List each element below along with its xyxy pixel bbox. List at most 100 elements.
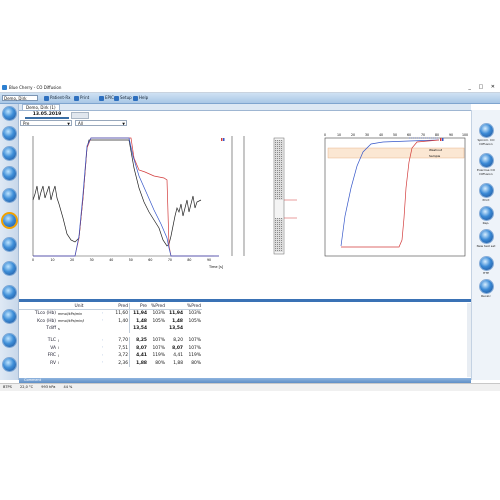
info-icon: ⁱ [102,319,103,324]
tick-label: 50 [129,258,133,262]
module-button-5[interactable] [3,189,16,202]
right-x-ticks: 0 10 20 30 40 50 60 70 80 90 100 [324,133,468,137]
table-row[interactable]: VA l ⁱ 7,51 8,07 107% 8,07 107% [19,344,202,352]
session-bar: 13.05.2019 [19,111,471,119]
tick-label: 20 [351,133,355,137]
tick-label: 70 [421,133,425,137]
spirometry-icon[interactable] [480,124,493,137]
document-tab-strip: Demo, Dirk (1) [19,104,471,111]
washout-chart: 0 10 20 30 40 50 60 70 80 90 100 Washout Sample [324,133,468,257]
tick-label: 80 [187,258,191,262]
hte-icon[interactable] [480,257,493,270]
module-button-co-diffusion[interactable] [3,214,16,227]
module-button-12[interactable] [3,358,16,371]
setup-icon [114,95,119,101]
tick-label: 30 [90,258,94,262]
add-session-button[interactable] [71,112,89,119]
tracer-gas-trace [33,137,219,257]
comment-label: Comment [24,378,42,382]
epic-button[interactable]: EPIC [99,95,114,101]
app-icon [2,85,7,90]
title-bar: Blue Cherry - CO Diffusion _ □ ✕ [0,83,500,93]
left-x-ticks: 0 10 20 30 40 50 60 70 80 90 [32,258,211,262]
co-concentration-trace [33,137,219,257]
exercise-label: Exercise CO Diffusion [477,168,495,176]
washout-band [327,147,465,159]
table-row[interactable]: RV l ⁱ 2,36 1,88 80% 1,88 80% [19,359,202,368]
window-controls[interactable]: _ □ ✕ [468,83,498,92]
report-label: Rep. [482,221,490,225]
application-window: Blue Cherry - CO Diffusion _ □ ✕ Demo, D… [0,83,500,391]
tick-label: 100 [462,133,468,137]
tick-label: 20 [70,258,74,262]
window-title: Blue Cherry - CO Diffusion [9,85,62,90]
series-marker-red [440,138,442,141]
patient-icon [44,95,49,101]
exercise-icon[interactable] [480,154,493,167]
tick-label: 70 [168,258,172,262]
table-scrollbar[interactable] [467,303,471,377]
document-tab[interactable]: Demo, Dirk (1) [22,104,60,110]
chevron-down-icon: ▼ [67,122,70,126]
left-module-bar [0,104,19,380]
table-row[interactable]: FRC l ⁱ 3,72 4,41 119% 4,41 119% [19,351,202,360]
report-icon[interactable] [480,207,493,220]
module-button-7[interactable] [3,238,16,251]
print-icon [74,95,79,101]
filter-bar: Pre ▼ All ▼ [19,119,471,127]
series-marker-red [221,138,223,141]
session-date-tab[interactable]: 13.05.2019 [25,112,69,119]
diffusion-charts: 0 10 20 30 40 50 60 70 80 90 Time [s] 0 … [32,133,468,269]
status-humidity: 44 % [63,385,73,389]
recalc-label: Recalc [481,294,491,298]
info-icon: ⁱ [102,361,103,366]
tick-label: 90 [207,258,211,262]
status-pressure: 993 hPa [41,385,56,389]
table-row[interactable]: Kco (Hb) mmol/kPa/min/l ⁱ 1,40 1,48 105%… [19,317,202,326]
washout-label: Washout [429,148,443,152]
print-icon[interactable] [480,184,493,197]
series-marker-blue [223,138,225,141]
module-button-11[interactable] [3,334,16,347]
patient-select[interactable]: Demo, Dirk [2,95,38,101]
epic-icon [99,95,104,101]
module-button-2[interactable] [3,127,16,140]
module-button-1[interactable] [3,107,16,120]
setup-button[interactable]: Setup [114,95,132,101]
tick-label: 0 [32,258,34,262]
info-icon: ⁱ [102,311,103,316]
module-button-4[interactable] [3,167,16,180]
new-test-icon[interactable] [480,230,493,243]
module-button-10[interactable] [3,310,16,323]
module-button-9[interactable] [3,286,16,299]
print-label: Print [482,198,490,202]
help-button[interactable]: Help [133,95,148,101]
test-type-select[interactable]: Pre ▼ [20,120,72,126]
sample-bar [273,137,297,255]
tick-label: 10 [337,133,341,137]
recalc-icon[interactable] [480,280,493,293]
results-grid: Unit Pred Pre %Pred %Pred TLco (Hb) mmol… [19,303,202,368]
patient-rx-button[interactable]: Patient-Rx [44,95,71,101]
table-row[interactable]: TLC l ⁱ 7,70 8,25 107% 8,20 107% [19,336,202,345]
status-bar: BTPS 22,0 °C 993 hPa 44 % [0,383,500,391]
module-button-3[interactable] [3,147,16,160]
tick-label: 30 [365,133,369,137]
tick-label: 50 [393,133,397,137]
tick-label: 60 [407,133,411,137]
module-button-8[interactable] [3,262,16,275]
scope-select[interactable]: All ▼ [75,120,127,126]
spirometry-label: Spirom. CO Diffusion [477,138,495,146]
tick-label: 60 [148,258,152,262]
table-row[interactable]: Tdiff s 13,54 13,54 [19,325,202,333]
help-icon [133,95,138,101]
print-button[interactable]: Print [74,95,89,101]
volume-trace [32,139,202,247]
tick-label: 40 [109,258,113,262]
panel-splitter[interactable] [19,299,471,302]
table-row[interactable]: TLco (Hb) mmol/kPa/min ⁱ 11,60 11,94 103… [19,309,202,318]
tick-label: 40 [379,133,383,137]
tick-label: 80 [435,133,439,137]
main-toolbar: Demo, Dirk Patient-Rx Print EPIC Setup H… [0,93,500,104]
status-temperature: 22,0 °C [20,385,34,389]
